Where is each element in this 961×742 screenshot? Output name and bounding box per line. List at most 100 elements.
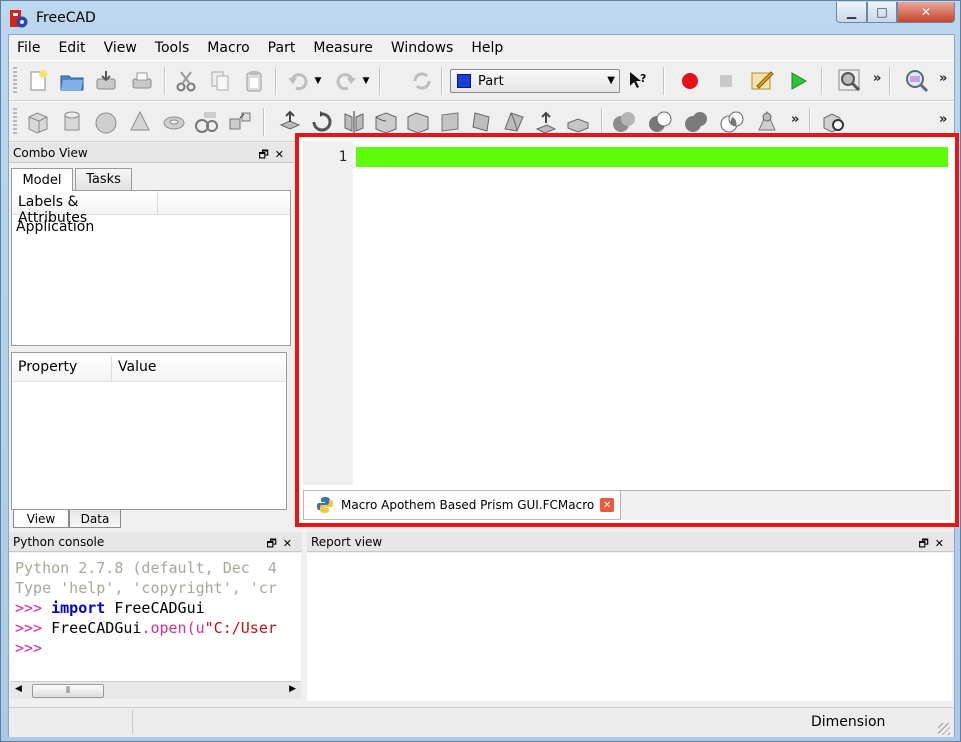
part-check-geometry-icon[interactable] [817, 108, 853, 136]
toolbar-overflow-button[interactable]: » [873, 71, 881, 86]
menu-view[interactable]: View [95, 40, 146, 56]
workbench-selector[interactable]: Part ▼ [450, 69, 620, 93]
copy-icon[interactable] [205, 67, 235, 95]
status-dimension[interactable]: Dimension [811, 714, 885, 730]
part-sweep-icon[interactable] [531, 108, 561, 136]
macro-stop-icon[interactable] [711, 67, 741, 95]
code-editor-area[interactable] [354, 141, 955, 487]
main-client-area: File Edit View Tools Macro Part Measure … [8, 34, 959, 737]
maximize-button[interactable]: □ [867, 2, 897, 23]
menu-part[interactable]: Part [259, 40, 305, 56]
part-common-icon[interactable] [717, 108, 747, 136]
menu-help[interactable]: Help [462, 40, 512, 56]
paste-icon[interactable] [239, 67, 269, 95]
console-input-prompt[interactable]: >>> [15, 638, 296, 658]
console-prompt: >>> [15, 599, 52, 617]
part-ruled-surface-icon[interactable] [467, 108, 497, 136]
part-torus-icon[interactable] [159, 108, 189, 136]
redo-dropdown-icon[interactable]: ▼ [359, 67, 373, 95]
minimize-button[interactable]: ▁ [836, 2, 867, 23]
window-title: FreeCAD [36, 10, 96, 26]
console-text: FreeCADGui [51, 619, 142, 637]
menu-tools[interactable]: Tools [146, 40, 199, 56]
report-view-header: Report view 🗗✕ [307, 532, 954, 552]
console-line: >>> FreeCADGui.open(u"C:/User [15, 618, 296, 638]
column-header-labels[interactable]: Labels & Attributes [12, 191, 158, 226]
measure-zoom-icon[interactable] [902, 67, 932, 95]
cut-icon[interactable] [171, 67, 201, 95]
part-loft-icon[interactable] [499, 108, 529, 136]
part-box-icon[interactable] [23, 108, 53, 136]
column-header-property[interactable]: Property [12, 356, 112, 381]
macro-edit-icon[interactable] [747, 67, 777, 95]
toolbar-overflow-button[interactable]: » [939, 112, 947, 127]
combo-view-panel: Combo View 🗗✕ Model Tasks Labels & Attri… [9, 143, 294, 528]
refresh-icon[interactable] [407, 67, 437, 95]
part-sphere-icon[interactable] [91, 108, 121, 136]
toolbar-overflow-button[interactable]: » [939, 71, 947, 86]
macro-execute-icon[interactable] [783, 67, 813, 95]
undock-icon[interactable]: 🗗 [258, 148, 274, 161]
resize-grip-icon[interactable] [938, 723, 950, 735]
menu-windows[interactable]: Windows [382, 40, 463, 56]
toolbar-overflow-button[interactable]: » [791, 112, 799, 127]
python-console-panel: Python console 🗗✕ Python 2.7.8 (default,… [9, 532, 302, 703]
redo-icon[interactable] [331, 67, 361, 95]
undock-icon[interactable]: 🗗 [918, 537, 934, 550]
menu-macro[interactable]: Macro [198, 40, 258, 56]
line-number: 1 [338, 149, 347, 165]
part-chamfer-icon[interactable] [403, 108, 433, 136]
part-mirror-icon[interactable] [339, 108, 369, 136]
part-cylinder-icon[interactable] [57, 108, 87, 136]
model-tree[interactable]: Labels & Attributes Application [11, 190, 291, 346]
close-icon[interactable]: ✕ [283, 537, 298, 550]
save-icon[interactable] [91, 67, 121, 95]
toolbar-grip[interactable] [13, 67, 17, 95]
view-zoom-icon[interactable] [835, 67, 865, 95]
part-primitives-icon[interactable] [191, 108, 221, 136]
property-editor[interactable]: Property Value [11, 352, 287, 510]
tab-view[interactable]: View [13, 510, 69, 528]
close-button[interactable]: ✕ [897, 2, 955, 23]
column-header-value[interactable]: Value [112, 356, 286, 381]
scroll-left-icon[interactable]: ◀ [15, 684, 22, 694]
toolbar-separator [263, 108, 264, 136]
horizontal-scrollbar[interactable]: ◀ ⦀ ▶ [10, 681, 301, 699]
menu-measure[interactable]: Measure [304, 40, 382, 56]
tree-item-application[interactable]: Application [12, 215, 290, 239]
macro-record-icon[interactable] [675, 67, 705, 95]
close-icon[interactable]: ✕ [275, 148, 290, 161]
tab-tasks[interactable]: Tasks [75, 168, 132, 190]
scroll-right-icon[interactable]: ▶ [289, 684, 296, 694]
undo-icon[interactable] [283, 67, 313, 95]
part-revolve-icon[interactable] [307, 108, 337, 136]
tab-data[interactable]: Data [69, 510, 121, 528]
part-fuse-icon[interactable] [681, 108, 711, 136]
part-cut-icon[interactable] [645, 108, 675, 136]
part-section-icon[interactable] [753, 108, 783, 136]
python-console-output[interactable]: Python 2.7.8 (default, Dec 4 Type 'help',… [10, 553, 301, 681]
menu-edit[interactable]: Edit [49, 40, 94, 56]
whats-this-icon[interactable]: ? [623, 67, 653, 95]
part-cone-icon[interactable] [125, 108, 155, 136]
close-tab-icon[interactable]: ✕ [600, 498, 615, 512]
freecad-logo-icon [10, 10, 28, 28]
undock-icon[interactable]: 🗗 [266, 537, 282, 550]
new-document-icon[interactable] [23, 67, 53, 95]
open-folder-icon[interactable] [57, 67, 87, 95]
tab-model[interactable]: Model [11, 168, 73, 191]
scrollbar-thumb[interactable]: ⦀ [32, 684, 104, 698]
toolbar-grip[interactable] [13, 108, 17, 136]
part-thickness-icon[interactable] [563, 108, 593, 136]
report-view-output[interactable] [307, 553, 952, 701]
part-extrude-icon[interactable] [275, 108, 305, 136]
part-fillet-icon[interactable] [371, 108, 401, 136]
editor-tab-macro-file[interactable]: Macro Apothem Based Prism GUI.FCMacro ✕ [303, 491, 621, 520]
part-boolean-icon[interactable] [609, 108, 639, 136]
undo-dropdown-icon[interactable]: ▼ [311, 67, 325, 95]
part-shape-builder-icon[interactable] [225, 108, 255, 136]
menu-file[interactable]: File [9, 40, 49, 56]
part-make-face-icon[interactable] [435, 108, 465, 136]
close-icon[interactable]: ✕ [935, 537, 950, 550]
print-icon[interactable] [127, 67, 157, 95]
